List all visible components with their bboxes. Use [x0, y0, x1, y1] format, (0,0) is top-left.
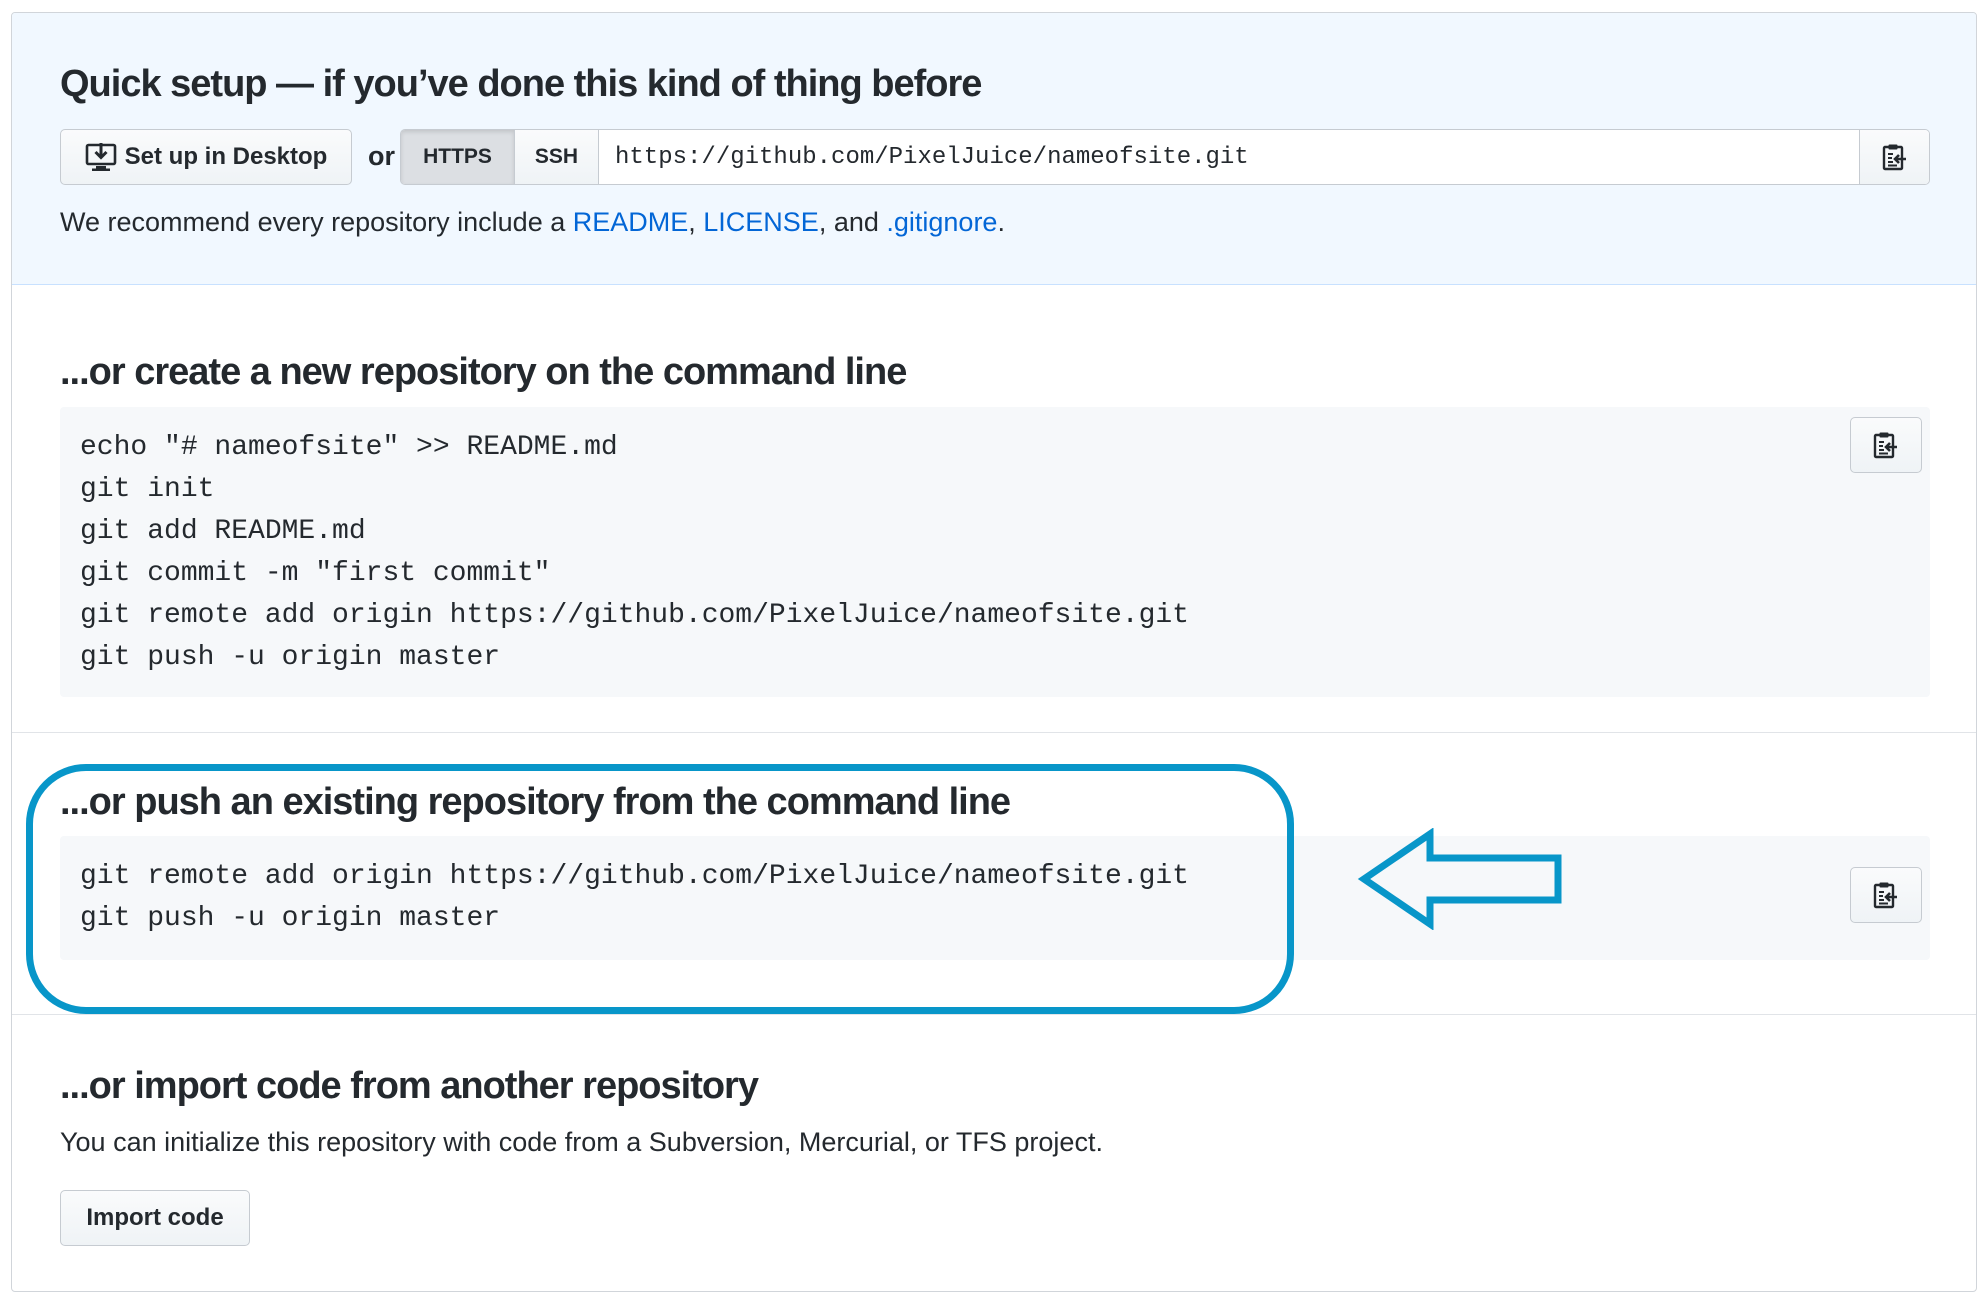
clippy-icon [1882, 143, 1908, 171]
create-repo-title: ...or create a new repository on the com… [60, 351, 907, 393]
copy-create-commands-button[interactable] [1850, 417, 1922, 473]
readme-link[interactable]: README [573, 207, 689, 237]
set-up-in-desktop-label: Set up in Desktop [124, 143, 328, 170]
recommend-text: We recommend every repository include a … [60, 207, 1005, 238]
code-line: git push -u origin master [80, 903, 501, 934]
code-line: git push -u origin master [80, 642, 501, 673]
code-line: git remote add origin https://github.com… [80, 600, 1189, 631]
code-line: git commit -m "first commit" [80, 558, 551, 589]
push-repo-code-block: git remote add origin https://github.com… [60, 836, 1930, 960]
create-repo-code-block: echo "# nameofsite" >> README.md git ini… [60, 407, 1930, 697]
push-repo-title: ...or push an existing repository from t… [60, 781, 1011, 823]
import-section: ...or import code from another repositor… [12, 1014, 1976, 1291]
recommend-comma: , [688, 207, 704, 237]
import-title: ...or import code from another repositor… [60, 1065, 759, 1107]
set-up-in-desktop-button[interactable]: Set up in Desktop [60, 129, 352, 185]
or-label: or [368, 141, 395, 171]
import-code-button[interactable]: Import code [60, 1190, 250, 1246]
code-line: git remote add origin https://github.com… [80, 861, 1189, 892]
copy-push-commands-button[interactable] [1850, 867, 1922, 923]
code-line: git init [80, 474, 215, 505]
recommend-and: , and [818, 207, 887, 237]
repo-setup-panel: Quick setup — if you’ve done this kind o… [11, 12, 1977, 1292]
recommend-prefix: We recommend every repository include a [60, 207, 573, 237]
recommend-suffix: . [997, 207, 1005, 237]
https-toggle-button[interactable]: HTTPS [401, 130, 515, 184]
code-line: echo "# nameofsite" >> README.md [80, 432, 618, 463]
code-line: git add README.md [80, 516, 366, 547]
copy-clone-url-button[interactable] [1859, 130, 1929, 184]
clone-url-input[interactable] [599, 130, 1859, 184]
import-description: You can initialize this repository with … [60, 1127, 1103, 1157]
quick-setup-section: Quick setup — if you’ve done this kind o… [12, 13, 1976, 285]
clippy-icon [1873, 881, 1899, 909]
push-repo-section: ...or push an existing repository from t… [12, 732, 1976, 1014]
ssh-toggle-button[interactable]: SSH [515, 130, 599, 184]
clippy-icon [1873, 431, 1899, 459]
license-link[interactable]: LICENSE [703, 207, 819, 237]
clone-url-group: HTTPS SSH [400, 129, 1930, 185]
gitignore-link[interactable]: .gitignore [886, 207, 997, 237]
desktop-download-icon [85, 142, 117, 172]
create-repo-section: ...or create a new repository on the com… [12, 285, 1976, 732]
quick-setup-title: Quick setup — if you’ve done this kind o… [60, 63, 982, 105]
